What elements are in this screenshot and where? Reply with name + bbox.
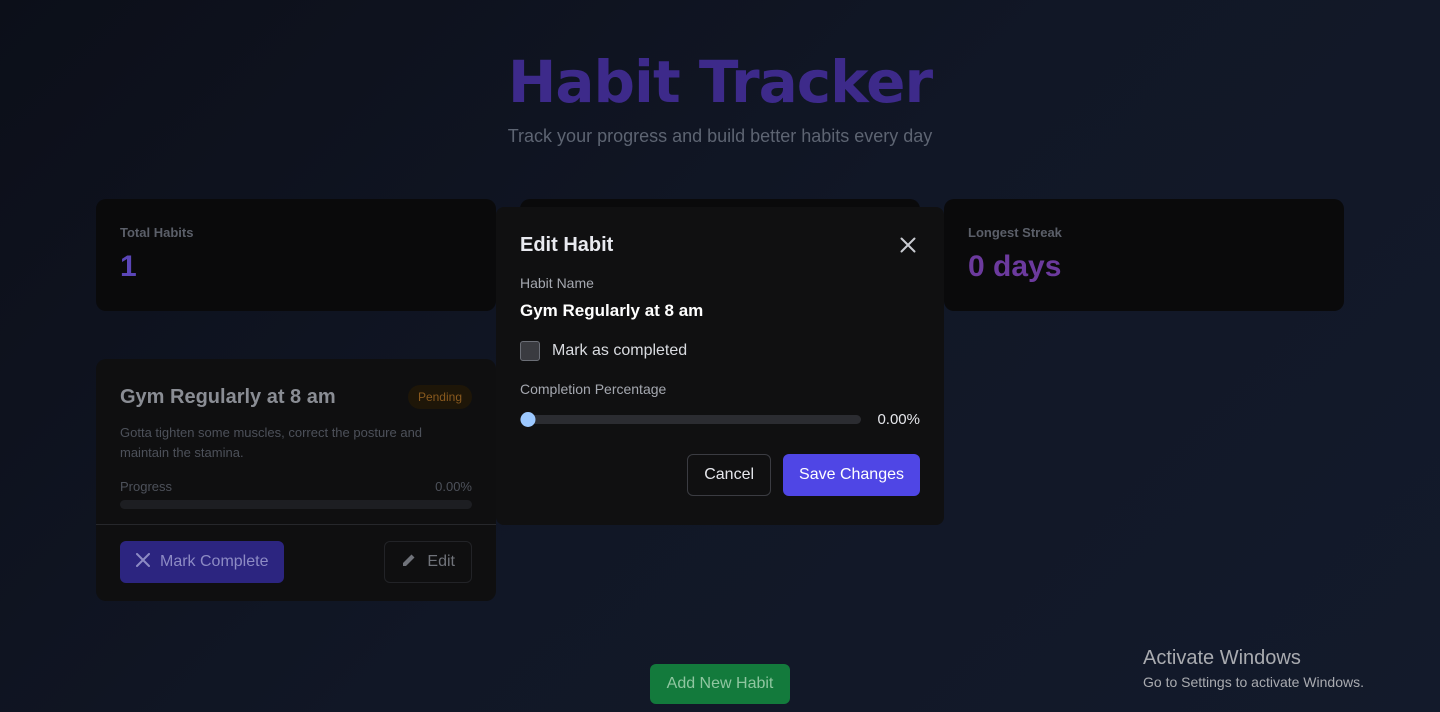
- page-subtitle: Track your progress and build better hab…: [507, 126, 933, 146]
- watermark-subtitle: Go to Settings to activate Windows.: [1143, 674, 1364, 690]
- progress-value: 0.00%: [435, 479, 472, 494]
- pencil-icon: [401, 552, 417, 573]
- mark-complete-button[interactable]: Mark Complete: [120, 541, 285, 583]
- add-new-habit-button[interactable]: Add New Habit: [650, 664, 790, 704]
- habit-name: Gym Regularly at 8 am: [120, 385, 336, 408]
- edit-habit-button[interactable]: Edit: [384, 541, 472, 583]
- progress-bar: [120, 500, 472, 509]
- edit-habit-modal: Edit Habit Habit Name Gym Regularly at 8…: [496, 207, 944, 525]
- stat-card-total-habits: Total Habits 1: [96, 199, 496, 311]
- page-title: Habit Tracker: [507, 48, 933, 116]
- edit-label: Edit: [427, 553, 455, 570]
- habit-card: Gym Regularly at 8 am Pending Gotta tigh…: [96, 359, 496, 601]
- slider-thumb[interactable]: [520, 412, 536, 427]
- mark-complete-label: Mark Complete: [160, 553, 269, 570]
- stat-label: Longest Streak: [968, 225, 1062, 240]
- mark-completed-label: Mark as completed: [552, 342, 688, 359]
- progress-label: Progress: [120, 479, 173, 494]
- modal-title: Edit Habit: [520, 233, 614, 256]
- watermark-title: Activate Windows: [1143, 647, 1301, 669]
- habit-description: Gotta tighten some muscles, correct the …: [120, 425, 423, 460]
- stat-label: Total Habits: [120, 225, 194, 240]
- cancel-button[interactable]: Cancel: [687, 454, 772, 496]
- save-changes-button[interactable]: Save Changes: [783, 454, 920, 496]
- page-header: Habit Tracker Track your progress and bu…: [0, 44, 1440, 147]
- status-badge: Pending: [407, 385, 472, 409]
- completion-percentage-label: Completion Percentage: [520, 381, 667, 397]
- habit-name-value: Gym Regularly at 8 am: [520, 301, 704, 320]
- completion-slider[interactable]: [520, 412, 862, 427]
- close-icon[interactable]: [896, 233, 920, 257]
- stat-value: 0 days: [968, 250, 1062, 283]
- activate-windows-watermark: Activate Windows Go to Settings to activ…: [1143, 647, 1364, 690]
- close-icon: [136, 552, 150, 572]
- stat-value: 1: [120, 250, 137, 283]
- mark-completed-checkbox[interactable]: [520, 341, 540, 361]
- habit-name-label: Habit Name: [520, 275, 594, 291]
- stat-card-longest-streak: Longest Streak 0 days: [944, 199, 1344, 311]
- completion-percentage-value: 0.00%: [877, 411, 920, 428]
